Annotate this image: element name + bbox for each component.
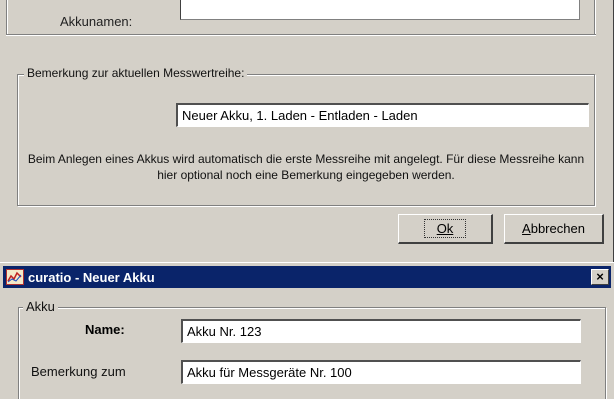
ok-button-label: Ok bbox=[423, 219, 467, 238]
screen: Akkunamen: Bemerkung zur aktuellen Messw… bbox=[0, 0, 614, 399]
info-text: Beim Anlegen eines Akkus wird automatisc… bbox=[27, 152, 585, 182]
previous-dialog: Akkunamen: Bemerkung zur aktuellen Messw… bbox=[0, 0, 614, 262]
cancel-button[interactable]: Abbrechen bbox=[504, 214, 604, 244]
chart-icon bbox=[6, 269, 24, 285]
ok-button[interactable]: Ok bbox=[398, 214, 493, 244]
battery-group-label: Akku bbox=[23, 299, 58, 314]
battery-group: Akku Name: Akku Nr. 123 Bemerkung zum Ak… bbox=[18, 299, 606, 399]
frame-edge-left bbox=[6, 0, 8, 36]
measurement-remark-group: Bemerkung zur aktuellen Messwertreihe: N… bbox=[17, 66, 595, 206]
name-input[interactable]: Akku Nr. 123 bbox=[181, 319, 581, 343]
measurement-remark-input[interactable]: Neuer Akku, 1. Laden - Entladen - Laden bbox=[176, 103, 589, 127]
close-icon[interactable]: × bbox=[591, 269, 609, 285]
frame-edge-bottom bbox=[6, 34, 596, 36]
new-battery-dialog: curatio - Neuer Akku × Akku Name: Akku N… bbox=[0, 262, 614, 399]
title-bar[interactable]: curatio - Neuer Akku × bbox=[3, 266, 611, 288]
akkunamen-label: Akkunamen: bbox=[60, 14, 133, 29]
measurement-remark-group-label: Bemerkung zur aktuellen Messwertreihe: bbox=[24, 66, 248, 80]
window-title: curatio - Neuer Akku bbox=[28, 269, 155, 285]
frame-edge-right bbox=[594, 0, 596, 36]
cancel-button-label: Abbrechen bbox=[522, 221, 585, 236]
akkunamen-field[interactable] bbox=[180, 0, 580, 20]
remark-label: Bemerkung zum bbox=[31, 364, 126, 379]
name-label: Name: bbox=[85, 322, 125, 337]
remark-input[interactable]: Akku für Messgeräte Nr. 100 bbox=[181, 360, 581, 384]
